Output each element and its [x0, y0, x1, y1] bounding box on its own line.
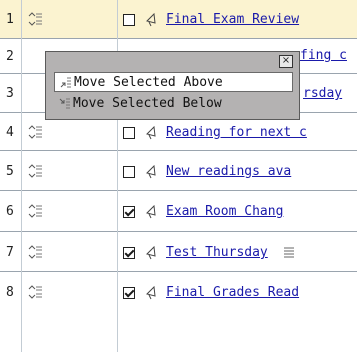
move-below-icon — [59, 98, 70, 109]
close-icon[interactable]: × — [279, 55, 293, 68]
announcement-link[interactable]: rsday — [303, 86, 342, 101]
announcement-icon — [146, 125, 156, 140]
move-above-icon — [60, 77, 71, 88]
move-selected-above-label: Move Selected Above — [74, 75, 223, 90]
announcement-link[interactable]: Final Grades Read — [166, 285, 299, 300]
select-checkbox[interactable] — [123, 127, 135, 139]
table-row: 7 Test Thursday — [0, 232, 357, 272]
announcement-link[interactable]: fing c — [300, 48, 347, 63]
announcement-icon — [146, 164, 156, 179]
move-selected-below-item[interactable]: Move Selected Below — [54, 94, 293, 114]
row-number: 5 — [6, 164, 14, 179]
table-row: 6 Exam Room Chang — [0, 191, 357, 232]
select-checkbox[interactable] — [123, 287, 135, 299]
row-number: 1 — [6, 12, 14, 27]
select-checkbox[interactable] — [123, 14, 135, 26]
reorder-handle-icon[interactable] — [27, 163, 43, 179]
announcement-link[interactable]: Reading for next c — [166, 125, 307, 140]
table-row: 8 Final Grades Read — [0, 272, 357, 352]
attachment-menu-icon[interactable] — [283, 246, 295, 258]
select-checkbox[interactable] — [123, 166, 135, 178]
announcement-link[interactable]: New readings ava — [166, 164, 291, 179]
select-checkbox[interactable] — [123, 206, 135, 218]
announcement-link[interactable]: Exam Room Chang — [166, 204, 283, 219]
reorder-handle-icon[interactable] — [27, 11, 43, 27]
row-number: 3 — [6, 86, 14, 101]
reorder-handle-icon[interactable] — [27, 284, 43, 300]
table-row: 5 New readings ava — [0, 151, 357, 191]
table-row: 1 Final Exam Review — [0, 0, 357, 39]
move-selected-below-label: Move Selected Below — [73, 96, 222, 111]
announcement-icon — [146, 12, 156, 27]
announcement-link[interactable]: Final Exam Review — [166, 12, 299, 27]
announcement-link[interactable]: Test Thursday — [166, 245, 268, 260]
row-number: 7 — [6, 245, 14, 260]
move-menu-popup: × Move Selected Above Move Selected Belo… — [45, 51, 300, 120]
announcement-icon — [146, 285, 156, 300]
select-checkbox[interactable] — [123, 247, 135, 259]
announcement-icon — [146, 204, 156, 219]
row-number: 8 — [6, 285, 14, 300]
reorder-handle-icon[interactable] — [27, 244, 43, 260]
row-number: 2 — [6, 49, 14, 64]
column-divider — [21, 0, 22, 352]
announcement-icon — [146, 245, 156, 260]
row-number: 6 — [6, 204, 14, 219]
reorder-handle-icon[interactable] — [27, 203, 43, 219]
reorder-handle-icon[interactable] — [27, 124, 43, 140]
move-selected-above-item[interactable]: Move Selected Above — [54, 72, 293, 92]
row-number: 4 — [6, 125, 14, 140]
